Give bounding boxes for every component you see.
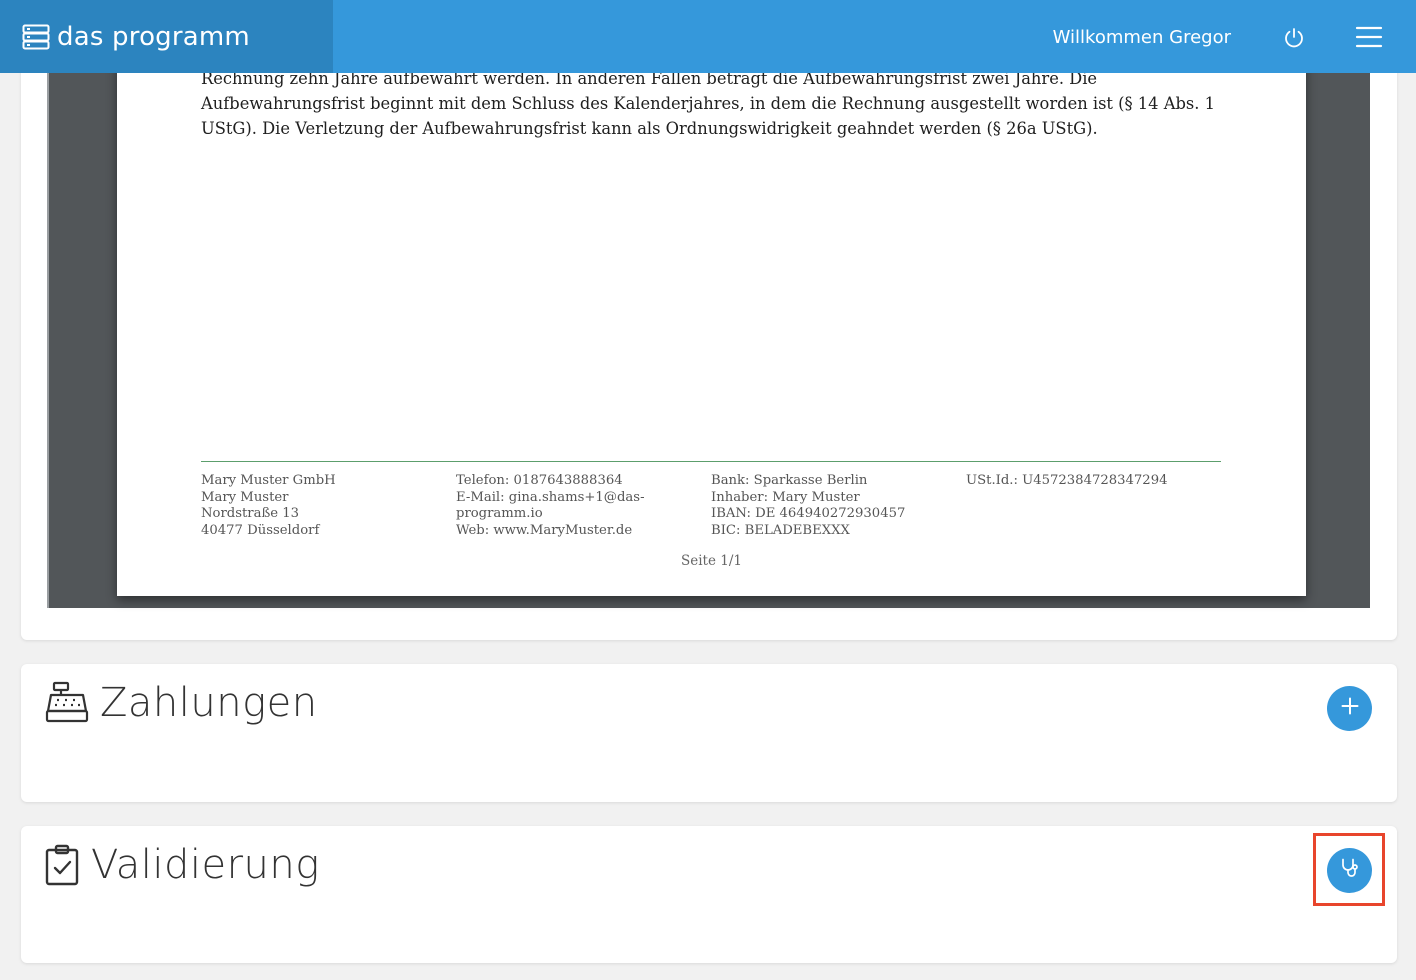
footer-line: Mary Muster xyxy=(201,489,289,505)
footer-line: E-Mail: gina.shams+1@das- xyxy=(456,489,645,505)
footer-company: Mary Muster GmbH Mary Muster Nordstraße … xyxy=(201,473,456,539)
validierung-header: Validierung xyxy=(45,842,320,888)
power-icon[interactable] xyxy=(1283,27,1305,49)
zahlungen-title: Zahlungen xyxy=(100,680,318,726)
plus-icon xyxy=(1341,697,1359,720)
pdf-page: Rechnung zehn Jahre aufbewahrt werden. I… xyxy=(117,0,1306,596)
brand-logo[interactable]: das programm xyxy=(0,0,333,73)
validierung-card: Validierung xyxy=(21,826,1397,963)
clipboard-check-icon xyxy=(45,843,81,887)
welcome-message: Willkommen Gregor xyxy=(1052,27,1231,48)
footer-line: Nordstraße 13 xyxy=(201,506,300,522)
footer-line: programm.io xyxy=(456,506,543,522)
validate-button[interactable] xyxy=(1327,848,1372,893)
footer-line: IBAN: DE 464940272930457 xyxy=(711,506,906,522)
body-line: UStG). Die Verletzung der Aufbewahrungsf… xyxy=(201,119,1098,138)
validierung-title: Validierung xyxy=(91,842,320,888)
document-footer: Mary Muster GmbH Mary Muster Nordstraße … xyxy=(201,473,1221,539)
footer-tax: USt.Id.: U4572384728347294 xyxy=(966,473,1221,539)
footer-bank: Bank: Sparkasse Berlin Inhaber: Mary Mus… xyxy=(711,473,966,539)
server-stack-icon xyxy=(22,24,50,50)
footer-line: BIC: BELADEBEXXX xyxy=(711,522,850,538)
document-body-text: Rechnung zehn Jahre aufbewahrt werden. I… xyxy=(201,66,1221,141)
zahlungen-header: Zahlungen xyxy=(45,680,318,726)
stethoscope-icon xyxy=(1339,857,1361,884)
footer-line: 40477 Düsseldorf xyxy=(201,522,320,538)
document-preview-card: Rechnung zehn Jahre aufbewahrt werden. I… xyxy=(21,0,1397,640)
top-navigation-bar: das programm Willkommen Gregor xyxy=(0,0,1416,73)
footer-line: USt.Id.: U4572384728347294 xyxy=(966,473,1168,488)
footer-line: Inhaber: Mary Muster xyxy=(711,489,860,505)
footer-divider xyxy=(201,461,1221,462)
page-number: Seite 1/1 xyxy=(681,553,742,569)
footer-line: Web: www.MaryMuster.de xyxy=(456,522,633,538)
hamburger-menu-icon[interactable] xyxy=(1355,25,1383,49)
body-line: Aufbewahrungsfrist beginnt mit dem Schlu… xyxy=(201,94,1215,113)
footer-contact: Telefon: 0187643888364 E-Mail: gina.sham… xyxy=(456,473,711,539)
cash-register-icon xyxy=(45,680,91,726)
footer-line: Mary Muster GmbH xyxy=(201,473,336,488)
brand-name: das programm xyxy=(57,21,250,52)
footer-line: Bank: Sparkasse Berlin xyxy=(711,473,868,488)
footer-line: Telefon: 0187643888364 xyxy=(456,473,623,488)
pdf-viewer[interactable]: Rechnung zehn Jahre aufbewahrt werden. I… xyxy=(47,0,1370,608)
add-payment-button[interactable] xyxy=(1327,686,1372,731)
zahlungen-card: Zahlungen xyxy=(21,664,1397,802)
